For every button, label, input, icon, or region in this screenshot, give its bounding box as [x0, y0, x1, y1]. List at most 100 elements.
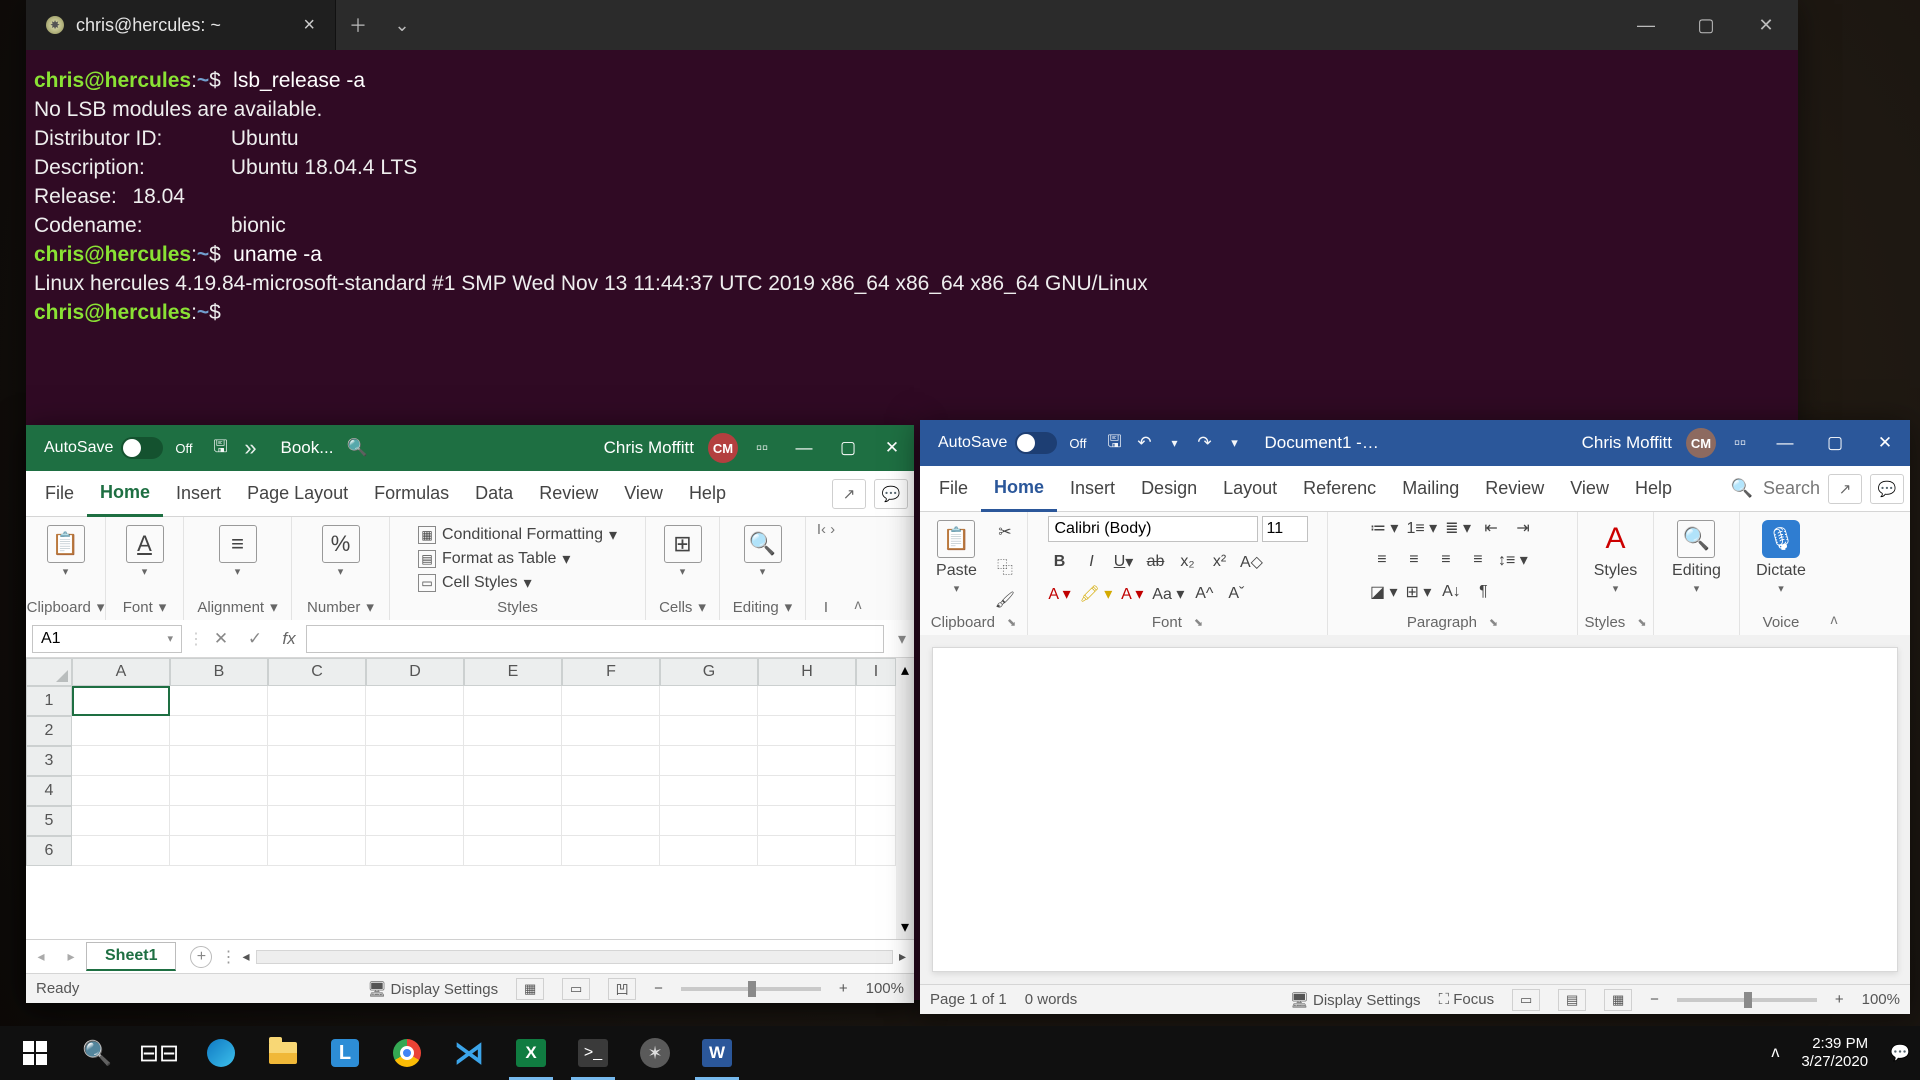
spreadsheet-grid[interactable]: A B C D E F G H I 1 2 3 4 5 6 — [26, 658, 914, 939]
cut-icon[interactable]: ✂ — [993, 520, 1017, 544]
show-marks-icon[interactable]: ¶ — [1471, 580, 1495, 604]
tab-help[interactable]: Help — [1622, 466, 1685, 512]
zoom-in-icon[interactable]: + — [1835, 991, 1844, 1008]
col-header[interactable]: C — [268, 658, 366, 686]
normal-view-icon[interactable]: ▦ — [516, 978, 544, 1000]
format-as-table-button[interactable]: ▤Format as Table ▾ — [418, 549, 617, 569]
tab-dropdown-icon[interactable]: ⌄ — [380, 15, 424, 36]
sort-icon[interactable]: A↓ — [1439, 580, 1463, 604]
page-break-view-icon[interactable]: 凹 — [608, 978, 636, 1000]
comments-button[interactable]: 💬 — [874, 479, 908, 509]
underline-button[interactable]: U ▾ — [1112, 550, 1136, 574]
chrome-button[interactable] — [376, 1026, 438, 1080]
italic-button[interactable]: I — [1080, 550, 1104, 574]
linkedin-button[interactable]: L — [314, 1026, 376, 1080]
tab-data[interactable]: Data — [462, 471, 526, 517]
zoom-in-icon[interactable]: + — [839, 980, 848, 997]
tab-references[interactable]: Referenc — [1290, 466, 1389, 512]
justify-icon[interactable]: ≡ — [1466, 548, 1490, 572]
close-button[interactable]: ✕ — [870, 425, 914, 471]
row-header[interactable]: 2 — [26, 716, 72, 746]
avatar[interactable]: CM — [708, 433, 738, 463]
terminal-button[interactable]: >_ — [562, 1026, 624, 1080]
sheet-prev-icon[interactable]: ◂ — [26, 948, 56, 965]
col-header[interactable]: D — [366, 658, 464, 686]
cells-button[interactable]: ⊞ — [658, 521, 708, 582]
bold-button[interactable]: B — [1048, 550, 1072, 574]
styles-button[interactable]: AStyles — [1588, 516, 1644, 599]
clear-format-icon[interactable]: A◇ — [1240, 550, 1264, 574]
select-all-corner[interactable] — [26, 658, 72, 686]
comments-button[interactable]: 💬 — [1870, 474, 1904, 504]
focus-button[interactable]: ⛶ Focus — [1439, 991, 1495, 1008]
row-header[interactable]: 3 — [26, 746, 72, 776]
tab-view[interactable]: View — [1557, 466, 1622, 512]
align-left-icon[interactable]: ≡ — [1370, 548, 1394, 572]
numbering-button[interactable]: 1≡ ▾ — [1406, 516, 1437, 540]
shading-button[interactable]: ◪ ▾ — [1370, 580, 1398, 604]
task-view-button[interactable]: ⊟⊟ — [128, 1026, 190, 1080]
close-tab-icon[interactable]: × — [303, 14, 315, 37]
conditional-formatting-button[interactable]: ▦Conditional Formatting ▾ — [418, 525, 617, 545]
col-header[interactable]: G — [660, 658, 758, 686]
save-icon[interactable]: 🖫 — [211, 438, 231, 458]
col-header[interactable]: I — [856, 658, 896, 686]
format-painter-icon[interactable]: 🖌 — [993, 588, 1017, 612]
display-settings-button[interactable]: 🖥 Display Settings — [367, 980, 498, 998]
print-layout-icon[interactable]: ▤ — [1558, 989, 1586, 1011]
col-header[interactable]: A — [72, 658, 170, 686]
tab-review[interactable]: Review — [1472, 466, 1557, 512]
zoom-out-icon[interactable]: − — [1650, 991, 1659, 1008]
close-button[interactable]: ✕ — [1860, 420, 1910, 466]
word-page[interactable] — [932, 647, 1898, 972]
qat-customize-icon[interactable]: ▾ — [1225, 433, 1245, 453]
multilevel-list-button[interactable]: ≣ ▾ — [1445, 516, 1471, 540]
col-header[interactable]: F — [562, 658, 660, 686]
row-header[interactable]: 6 — [26, 836, 72, 866]
maximize-button[interactable]: ▢ — [1810, 420, 1860, 466]
page-layout-view-icon[interactable]: ▭ — [562, 978, 590, 1000]
undo-dropdown-icon[interactable]: ▾ — [1165, 433, 1185, 453]
vscode-button[interactable]: ⋊ — [438, 1026, 500, 1080]
new-tab-button[interactable]: ＋ — [336, 12, 380, 38]
maximize-button[interactable]: ▢ — [1676, 0, 1736, 50]
strikethrough-button[interactable]: ab — [1144, 550, 1168, 574]
paste-button[interactable]: 📋 — [41, 521, 91, 582]
maximize-button[interactable]: ▢ — [826, 425, 870, 471]
hscroll-left-icon[interactable]: ◂ — [242, 948, 249, 965]
font-color-button[interactable]: A ▾ — [1048, 582, 1072, 606]
editing-button[interactable]: 🔍Editing — [1666, 516, 1727, 599]
file-explorer-button[interactable] — [252, 1026, 314, 1080]
web-layout-icon[interactable]: ▦ — [1604, 989, 1632, 1011]
tab-page-layout[interactable]: Page Layout — [234, 471, 361, 517]
minimize-button[interactable]: — — [1616, 0, 1676, 50]
fx-icon[interactable]: fx — [272, 629, 306, 649]
align-right-icon[interactable]: ≡ — [1434, 548, 1458, 572]
increase-indent-icon[interactable]: ⇥ — [1511, 516, 1535, 540]
tab-review[interactable]: Review — [526, 471, 611, 517]
status-words[interactable]: 0 words — [1025, 991, 1078, 1008]
horizontal-scrollbar[interactable] — [256, 950, 893, 964]
display-settings-button[interactable]: 🖥 Display Settings — [1290, 991, 1421, 1009]
zoom-level[interactable]: 100% — [866, 980, 904, 997]
start-button[interactable] — [4, 1026, 66, 1080]
clock[interactable]: 2:39 PM 3/27/2020 — [1791, 1035, 1878, 1071]
qat-overflow-icon[interactable]: » — [241, 438, 261, 458]
tab-view[interactable]: View — [611, 471, 676, 517]
autosave-toggle[interactable]: AutoSave Off — [930, 428, 1095, 458]
search-button[interactable]: 🔍 — [66, 1026, 128, 1080]
status-page[interactable]: Page 1 of 1 — [930, 991, 1007, 1008]
font-button[interactable]: A — [120, 521, 170, 582]
font-name-input[interactable] — [1048, 516, 1258, 542]
tab-home[interactable]: Home — [87, 471, 163, 517]
tab-insert[interactable]: Insert — [163, 471, 234, 517]
sheet-tab[interactable]: Sheet1 — [86, 942, 176, 971]
bullets-button[interactable]: ≔ ▾ — [1370, 516, 1398, 540]
cell-styles-button[interactable]: ▭Cell Styles ▾ — [418, 573, 617, 593]
tab-design[interactable]: Design — [1128, 466, 1210, 512]
terminal-tab[interactable]: ✸ chris@hercules: ~ × — [26, 0, 336, 50]
word-button[interactable]: W — [686, 1026, 748, 1080]
shrink-font-icon[interactable]: Aˇ — [1224, 582, 1248, 606]
row-header[interactable]: 5 — [26, 806, 72, 836]
search-icon[interactable]: 🔍 — [347, 438, 367, 458]
